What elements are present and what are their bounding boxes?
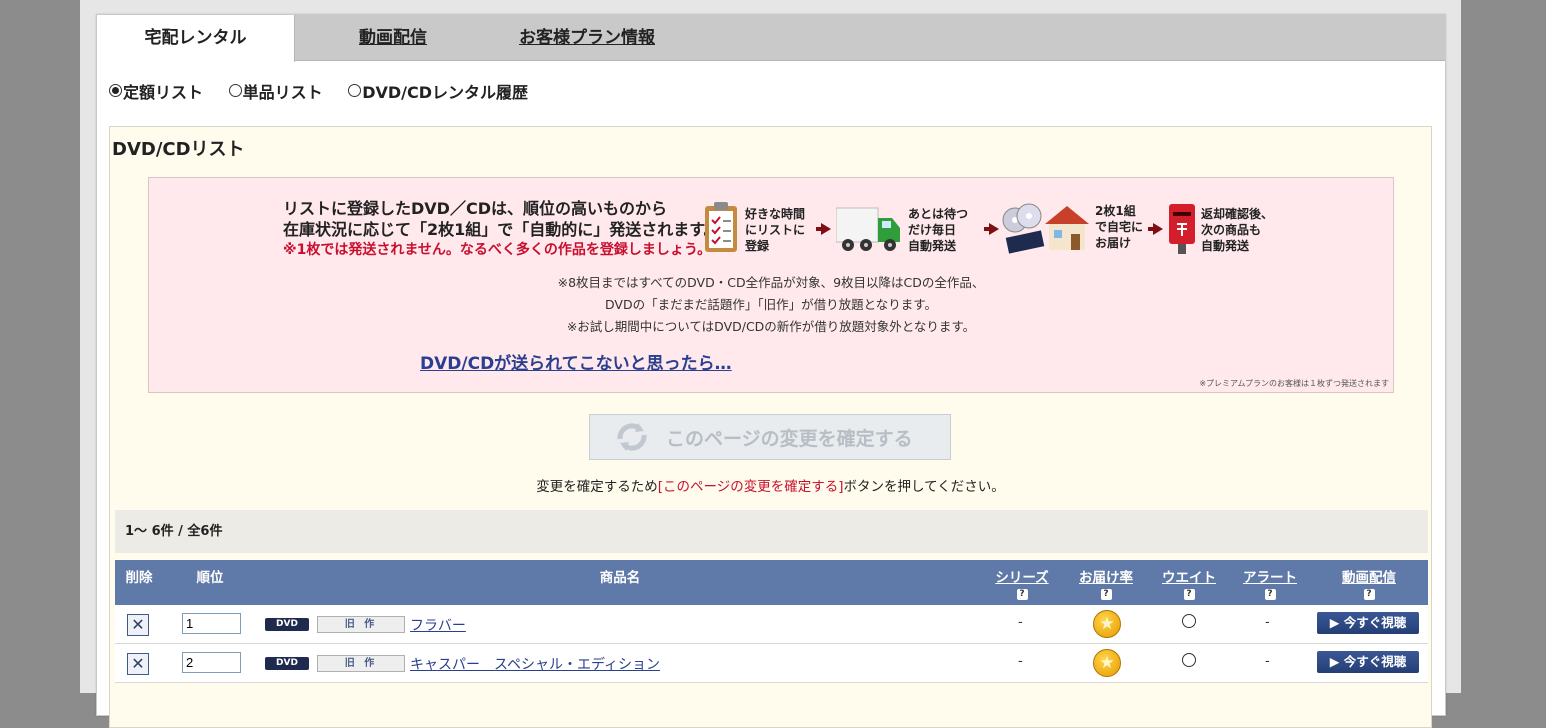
header-alert: アラート ? — [1235, 566, 1305, 600]
header-rank: 順位 — [196, 570, 224, 586]
truck-icon — [836, 207, 900, 251]
info-note-2: DVDの「まだまだ話題作」「旧作」が借り放題となります。 — [605, 297, 937, 312]
header-title: 商品名 — [599, 570, 641, 586]
help-icon[interactable]: ? — [1016, 589, 1028, 600]
title-link[interactable]: フラバー — [410, 615, 466, 635]
table-row: ✕ DVD 旧 作 キャスパー スペシャル・エディション - - ▶ 今すぐ視聴 — [115, 644, 1428, 683]
tab-video-streaming[interactable]: 動画配信 — [333, 15, 453, 61]
star-icon — [1093, 649, 1121, 677]
delete-button[interactable]: ✕ — [127, 653, 149, 675]
star-icon — [1093, 610, 1121, 638]
tab-delivery-rental[interactable]: 宅配レンタル — [97, 15, 295, 62]
help-icon[interactable]: ? — [1183, 589, 1195, 600]
category-badge: 旧 作 — [317, 616, 405, 633]
result-count-bar: 1～ 6件 / 全6件 — [115, 510, 1428, 553]
title-link[interactable]: キャスパー スペシャル・エディション — [410, 654, 660, 674]
header-delete: 削除 — [125, 570, 153, 586]
premium-note: ※プレミアムプランのお客様は１枚ずつ発送されます — [1199, 379, 1389, 388]
table-header: 削除 順位 商品名 シリーズ ? お届け率 ? ウエイト ? アラート ? 動画… — [115, 560, 1428, 605]
watch-now-button[interactable]: ▶ 今すぐ視聴 — [1317, 651, 1419, 673]
main-panel: 宅配レンタル 動画配信 お客様プラン情報 定額リスト 単品リスト DVD/CDレ… — [96, 14, 1446, 728]
radio-unchecked-icon — [228, 84, 242, 97]
header-weight: ウエイト ? — [1154, 566, 1224, 600]
rank-input[interactable] — [182, 613, 241, 634]
help-icon[interactable]: ? — [1264, 589, 1276, 600]
category-badge: 旧 作 — [317, 655, 405, 672]
info-headline: リストに登録したDVD／CDは、順位の高いものから 在庫状況に応じて「2枚1組」… — [283, 199, 720, 258]
weight-circle-icon — [1182, 653, 1196, 667]
arrow-icon — [984, 223, 999, 235]
confirm-changes-button[interactable]: このページの変更を確定する — [589, 414, 951, 460]
header-alert-link[interactable]: アラート — [1243, 570, 1297, 586]
delete-button[interactable]: ✕ — [127, 614, 149, 636]
radio-unchecked-icon — [348, 84, 362, 97]
series-value: - — [1018, 654, 1023, 669]
header-rate-link[interactable]: お届け率 — [1079, 570, 1133, 586]
header-series: シリーズ ? — [987, 566, 1057, 600]
house-discs-icon — [1002, 203, 1089, 254]
confirm-message: 変更を確定するため[このページの変更を確定する]ボタンを押してください。 — [536, 479, 1005, 495]
page-background: 宅配レンタル 動画配信 お客様プラン情報 定額リスト 単品リスト DVD/CDレ… — [80, 0, 1461, 728]
not-received-link[interactable]: DVD/CDが送られてこないと思ったら… — [420, 349, 732, 374]
help-icon[interactable]: ? — [1100, 589, 1112, 600]
postbox-icon — [1169, 204, 1195, 254]
list-title: DVD/CDリスト — [112, 139, 245, 160]
watch-now-button[interactable]: ▶ 今すぐ視聴 — [1317, 612, 1419, 634]
header-weight-link[interactable]: ウエイト — [1162, 570, 1216, 586]
refresh-icon — [617, 423, 647, 451]
radio-fixed-list[interactable]: 定額リスト — [109, 79, 203, 103]
info-note-1: ※8枚目まではすべてのDVD・CD全作品が対象、9枚目以降はCDの全作品、 — [557, 275, 985, 290]
weight-circle-icon — [1182, 614, 1196, 628]
header-rate: お届け率 ? — [1071, 566, 1141, 600]
list-type-radios: 定額リスト 単品リスト DVD/CDレンタル履歴 — [109, 79, 548, 103]
radio-single-list[interactable]: 単品リスト — [228, 79, 323, 103]
format-badge: DVD — [265, 657, 309, 670]
alert-value: - — [1265, 654, 1270, 669]
header-series-link[interactable]: シリーズ — [995, 570, 1048, 586]
header-stream: 動画配信 ? — [1331, 566, 1407, 600]
radio-checked-icon — [109, 84, 122, 97]
tab-bar: 宅配レンタル 動画配信 お客様プラン情報 — [97, 15, 1445, 62]
arrow-icon — [1148, 223, 1163, 235]
info-banner: リストに登録したDVD／CDは、順位の高いものから 在庫状況に応じて「2枚1組」… — [148, 177, 1394, 393]
delivery-steps: 好きな時間 にリストに 登録 あとは待つ だけ毎日 自動発送 2枚1組 で自宅に… — [703, 200, 1283, 260]
series-value: - — [1018, 615, 1023, 630]
tab-plan-info[interactable]: お客様プラン情報 — [507, 15, 667, 61]
format-badge: DVD — [265, 618, 309, 631]
clipboard-icon — [705, 202, 737, 252]
table-row: ✕ DVD 旧 作 フラバー - - ▶ 今すぐ視聴 — [115, 605, 1428, 644]
arrow-icon — [816, 223, 831, 235]
rank-input[interactable] — [182, 652, 241, 673]
dvd-cd-list-section: DVD/CDリスト リストに登録したDVD／CDは、順位の高いものから 在庫状況… — [109, 126, 1432, 728]
alert-value: - — [1265, 615, 1270, 630]
help-icon[interactable]: ? — [1363, 589, 1375, 600]
info-note-3: ※お試し期間中についてはDVD/CDの新作が借り放題対象外となります。 — [566, 319, 976, 334]
header-stream-link[interactable]: 動画配信 — [1342, 570, 1396, 586]
radio-rental-history[interactable]: DVD/CDレンタル履歴 — [348, 79, 528, 103]
